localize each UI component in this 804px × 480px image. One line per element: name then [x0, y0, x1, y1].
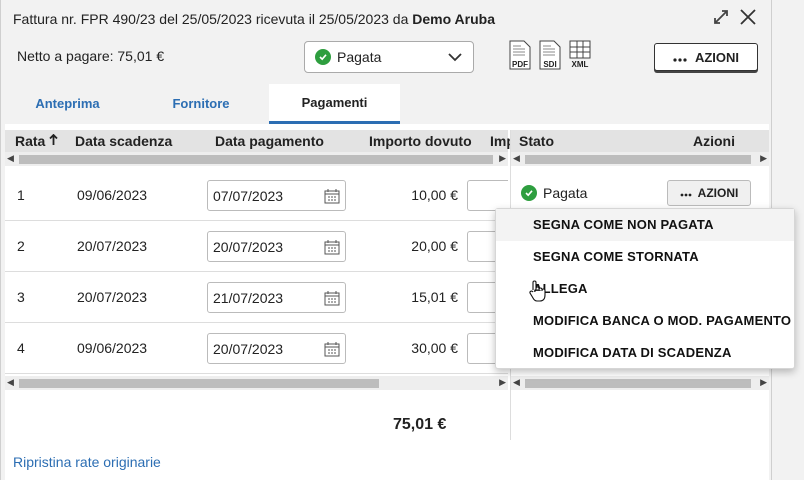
rata-cell: 3 — [17, 289, 25, 305]
total-amount: 75,01 € — [393, 416, 447, 433]
payment-date-input[interactable]: 20/07/2023 — [207, 333, 346, 364]
amount-input[interactable] — [467, 180, 508, 211]
close-icon[interactable] — [739, 8, 757, 26]
table-row: 1 09/06/2023 07/07/2023 10,00 € — [5, 170, 508, 221]
importo-cell: 30,00 € — [411, 340, 458, 356]
col-stato[interactable]: Stato — [519, 133, 554, 149]
payment-date-input[interactable]: 21/07/2023 — [207, 282, 346, 313]
payment-status-select[interactable]: Pagata — [304, 41, 474, 73]
status-scrollbar[interactable]: ◀ ▶ — [511, 152, 769, 166]
rata-cell: 4 — [17, 340, 25, 356]
scroll-left-icon[interactable]: ◀ — [7, 153, 14, 164]
check-icon — [521, 185, 537, 201]
scroll-right-icon[interactable]: ▶ — [760, 153, 767, 164]
top-scrollbar[interactable]: ◀ ▶ — [5, 152, 508, 166]
more-icon — [673, 50, 687, 65]
restore-installments-link[interactable]: Ripristina rate originarie — [13, 454, 161, 470]
scroll-right-icon[interactable]: ▶ — [760, 377, 767, 388]
scroll-left-icon[interactable]: ◀ — [7, 377, 14, 388]
tab-bar: Anteprima Fornitore Pagamenti — [1, 84, 772, 124]
scroll-thumb[interactable] — [19, 379, 379, 388]
tab-pagamenti[interactable]: Pagamenti — [269, 84, 400, 124]
importo-cell: 10,00 € — [411, 187, 458, 203]
rata-cell: 1 — [17, 187, 25, 203]
pdf-icon[interactable]: PDF — [509, 40, 531, 70]
table-header: Rata Data scadenza Data pagamento Import… — [5, 130, 515, 152]
azioni-label: AZIONI — [694, 49, 740, 65]
hand-cursor-icon — [528, 280, 546, 305]
payment-date-value: 20/07/2023 — [213, 341, 284, 357]
menu-item-segna-stornata[interactable]: SEGNA COME STORNATA — [496, 241, 794, 273]
calendar-icon[interactable] — [324, 239, 340, 258]
scroll-right-icon[interactable]: ▶ — [499, 153, 506, 164]
check-icon — [315, 49, 331, 65]
amount-due: Netto a pagare: 75,01 € — [17, 48, 165, 64]
vendor-name: Demo Aruba — [412, 11, 495, 27]
azioni-button[interactable]: AZIONI — [654, 43, 758, 71]
menu-item-modifica-banca[interactable]: MODIFICA BANCA O MOD. PAGAMENTO — [496, 305, 794, 337]
expand-icon[interactable] — [713, 9, 729, 25]
scadenza-cell: 09/06/2023 — [77, 187, 148, 203]
payment-date-value: 20/07/2023 — [213, 239, 284, 255]
sdi-label: SDI — [543, 60, 557, 69]
scroll-left-icon[interactable]: ◀ — [513, 153, 520, 164]
row-azioni-button[interactable]: AZIONI — [667, 180, 751, 206]
status-table-header: Stato Azioni — [511, 130, 769, 152]
tab-fornitore[interactable]: Fornitore — [134, 84, 268, 124]
col-rata[interactable]: Rata — [15, 133, 58, 149]
installments-table: Rata Data scadenza Data pagamento Import… — [5, 130, 515, 440]
title-text: Fattura nr. FPR 490/23 del 25/05/2023 ri… — [13, 11, 409, 27]
xml-icon[interactable]: XML — [569, 40, 591, 70]
document-icons: PDF SDI XML — [509, 40, 591, 70]
tab-anteprima[interactable]: Anteprima — [1, 84, 134, 124]
col-scadenza[interactable]: Data scadenza — [75, 133, 172, 149]
calendar-icon[interactable] — [324, 341, 340, 360]
payment-date-value: 07/07/2023 — [213, 188, 284, 204]
table-row: 2 20/07/2023 20/07/2023 20,00 € — [5, 221, 508, 272]
row-azioni-label: AZIONI — [697, 186, 739, 200]
menu-item-segna-non-pagata[interactable]: SEGNA COME NON PAGATA — [496, 209, 794, 241]
row-status: Pagata — [521, 185, 587, 201]
payment-date-input[interactable]: 07/07/2023 — [207, 180, 346, 211]
xml-label: XML — [571, 60, 589, 69]
payment-date-value: 21/07/2023 — [213, 290, 284, 306]
menu-item-modifica-scadenza[interactable]: MODIFICA DATA DI SCADENZA — [496, 337, 794, 369]
status-bottom-scrollbar[interactable]: ◀ ▶ — [511, 376, 769, 390]
col-azioni: Azioni — [693, 133, 735, 149]
col-importo[interactable]: Importo dovuto — [369, 133, 472, 149]
status-value: Pagata — [337, 49, 382, 65]
chevron-down-icon — [447, 49, 463, 68]
scroll-thumb[interactable] — [19, 155, 493, 164]
payment-date-input[interactable]: 20/07/2023 — [207, 231, 346, 262]
pdf-label: PDF — [512, 60, 528, 69]
table-row: 3 20/07/2023 21/07/2023 15,01 € — [5, 272, 508, 323]
importo-cell: 20,00 € — [411, 238, 458, 254]
bottom-scrollbar[interactable]: ◀ ▶ — [5, 376, 508, 390]
sort-up-icon — [49, 133, 58, 149]
table-row: 4 09/06/2023 20/07/2023 30,00 € — [5, 323, 508, 374]
rata-cell: 2 — [17, 238, 25, 254]
scroll-right-icon[interactable]: ▶ — [499, 377, 506, 388]
scroll-thumb[interactable] — [525, 379, 751, 388]
more-icon — [680, 186, 692, 200]
col-pagamento[interactable]: Data pagamento — [215, 133, 324, 149]
sdi-icon[interactable]: SDI — [539, 40, 561, 70]
invoice-title: Fattura nr. FPR 490/23 del 25/05/2023 ri… — [13, 11, 495, 27]
status-text: Pagata — [543, 185, 588, 201]
col-rata-label: Rata — [15, 133, 46, 149]
window-controls — [713, 8, 757, 26]
calendar-icon[interactable] — [324, 290, 340, 309]
scadenza-cell: 09/06/2023 — [77, 340, 148, 356]
calendar-icon[interactable] — [324, 188, 340, 207]
scroll-left-icon[interactable]: ◀ — [513, 377, 520, 388]
scroll-thumb[interactable] — [525, 155, 751, 164]
scadenza-cell: 20/07/2023 — [77, 238, 148, 254]
scadenza-cell: 20/07/2023 — [77, 289, 148, 305]
importo-cell: 15,01 € — [411, 289, 458, 305]
